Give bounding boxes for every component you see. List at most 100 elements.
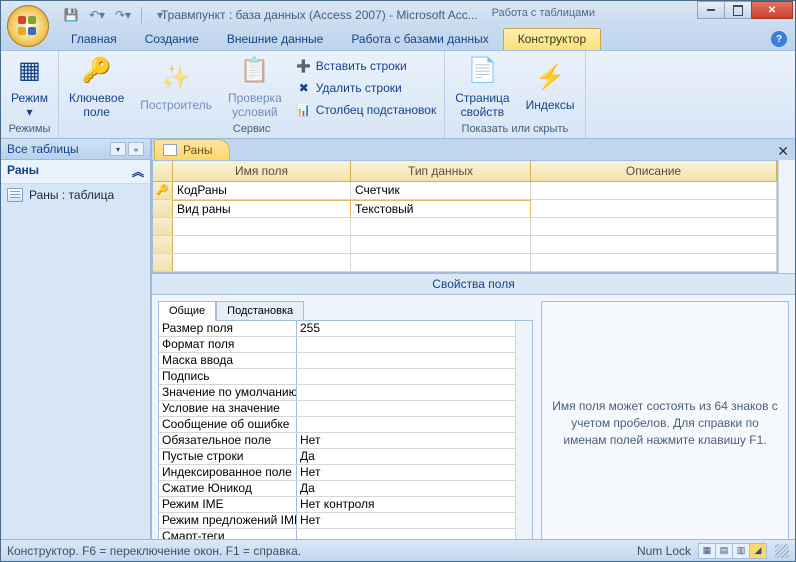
primary-key-button[interactable]: 🔑 Ключевое поле <box>63 54 130 122</box>
lightning-icon: ⚡ <box>534 63 566 95</box>
nav-group-header[interactable]: Раны ︽ <box>1 160 150 184</box>
property-row[interactable]: Пустые строкиДа <box>159 449 532 465</box>
tab-lookup[interactable]: Подстановка <box>216 301 304 320</box>
property-value[interactable] <box>297 337 532 352</box>
property-name: Значение по умолчанию <box>159 385 297 400</box>
property-value[interactable] <box>297 353 532 368</box>
ribbon: ▦ Режим ▾ Режимы 🔑 Ключевое поле ✨ Постр… <box>1 51 795 139</box>
test-rules-button[interactable]: 📋 Проверка условий <box>222 54 288 122</box>
view-button[interactable]: ▦ Режим ▾ <box>5 54 54 122</box>
property-value[interactable]: Нет <box>297 513 532 528</box>
property-row[interactable]: Сообщение об ошибке <box>159 417 532 433</box>
property-value[interactable]: Да <box>297 481 532 496</box>
property-value[interactable]: Нет <box>297 433 532 448</box>
property-row[interactable]: Режим IMEНет контроля <box>159 497 532 513</box>
col-data-type[interactable]: Тип данных <box>351 161 531 181</box>
indexes-button[interactable]: ⚡ Индексы <box>520 61 581 114</box>
chevron-up-icon: ︽ <box>132 163 144 180</box>
property-value[interactable] <box>297 401 532 416</box>
numlock-indicator: Num Lock <box>637 544 691 558</box>
undo-icon[interactable]: ↶▾ <box>87 5 107 25</box>
property-tabs: Общие Подстановка <box>158 301 533 320</box>
close-tab-icon[interactable]: ✕ <box>777 143 789 160</box>
group-label: Показать или скрыть <box>449 122 580 136</box>
property-value[interactable] <box>297 369 532 384</box>
design-view-button[interactable]: ◢ <box>749 543 767 559</box>
ribbon-group-views: ▦ Режим ▾ Режимы <box>1 51 59 138</box>
col-description[interactable]: Описание <box>531 161 777 181</box>
redo-icon[interactable]: ↷▾ <box>113 5 133 25</box>
row-selector[interactable] <box>153 200 173 217</box>
col-field-name[interactable]: Имя поля <box>173 161 351 181</box>
resize-grip[interactable] <box>775 544 789 558</box>
minimize-button[interactable] <box>697 1 725 19</box>
property-row[interactable]: Обязательное полеНет <box>159 433 532 449</box>
maximize-button[interactable] <box>724 1 752 19</box>
tab-home[interactable]: Главная <box>57 29 131 50</box>
table-row[interactable]: 🔑 КодРаны Счетчик <box>153 182 777 200</box>
tab-create[interactable]: Создание <box>131 29 213 50</box>
pivot-chart-view-button[interactable]: ▥ <box>732 543 750 559</box>
table-row[interactable]: Вид раны Текстовый <box>153 200 777 218</box>
table-row[interactable] <box>153 236 777 254</box>
vertical-scrollbar[interactable] <box>778 160 795 273</box>
property-name: Маска ввода <box>159 353 297 368</box>
tab-general[interactable]: Общие <box>158 301 216 321</box>
close-button[interactable]: ✕ <box>751 1 793 19</box>
property-name: Формат поля <box>159 337 297 352</box>
insert-row-icon: ➕ <box>296 58 312 74</box>
lookup-column-button[interactable]: 📊Столбец подстановок <box>292 100 440 120</box>
property-name: Подпись <box>159 369 297 384</box>
property-value[interactable] <box>297 417 532 432</box>
property-row[interactable]: Условие на значение <box>159 401 532 417</box>
property-name: Сообщение об ошибке <box>159 417 297 432</box>
tab-database[interactable]: Работа с базами данных <box>337 29 502 50</box>
property-name: Сжатие Юникод <box>159 481 297 496</box>
property-value[interactable]: 255 <box>297 321 532 336</box>
help-icon[interactable]: ? <box>771 31 787 47</box>
insert-rows-button[interactable]: ➕Вставить строки <box>292 56 440 76</box>
nav-dropdown-icon[interactable]: ▾ <box>110 142 126 156</box>
nav-item-table[interactable]: Раны : таблица <box>1 184 150 206</box>
row-selector[interactable] <box>153 254 173 271</box>
property-row[interactable]: Формат поля <box>159 337 532 353</box>
table-row[interactable] <box>153 218 777 236</box>
tab-design[interactable]: Конструктор <box>503 28 601 50</box>
property-row[interactable]: Подпись <box>159 369 532 385</box>
property-row[interactable]: Сжатие ЮникодДа <box>159 481 532 497</box>
builder-button[interactable]: ✨ Построитель <box>134 61 218 114</box>
property-value[interactable]: Нет контроля <box>297 497 532 512</box>
table-row[interactable] <box>153 254 777 272</box>
property-row[interactable]: Индексированное полеНет <box>159 465 532 481</box>
delete-rows-button[interactable]: ✖Удалить строки <box>292 78 440 98</box>
pivot-table-view-button[interactable]: ▤ <box>715 543 733 559</box>
separator <box>141 7 142 23</box>
navigation-pane: Все таблицы ▾ « Раны ︽ Раны : таблица <box>1 139 151 539</box>
office-button[interactable] <box>7 5 49 47</box>
key-icon[interactable]: 🔑 <box>153 182 173 199</box>
nav-header[interactable]: Все таблицы ▾ « <box>1 139 150 160</box>
row-selector[interactable] <box>153 236 173 253</box>
row-selector-header[interactable] <box>153 161 173 181</box>
property-value[interactable]: Да <box>297 449 532 464</box>
help-panel: Имя поля может состоять из 64 знаков с у… <box>541 301 789 546</box>
row-selector[interactable] <box>153 218 173 235</box>
property-row[interactable]: Размер поля255 <box>159 321 532 337</box>
context-tab-group-label: Работа с таблицами <box>492 7 595 19</box>
property-value[interactable]: Нет <box>297 465 532 480</box>
table-icon <box>7 188 23 202</box>
doc-tab-rany[interactable]: Раны <box>154 139 230 160</box>
property-row[interactable]: Режим предложений IMEНет <box>159 513 532 529</box>
property-sheet-button[interactable]: 📄 Страница свойств <box>449 54 515 122</box>
property-value[interactable] <box>297 385 532 400</box>
property-row[interactable]: Значение по умолчанию <box>159 385 532 401</box>
save-icon[interactable]: 💾 <box>61 5 81 25</box>
nav-collapse-icon[interactable]: « <box>128 142 144 156</box>
ribbon-tabs: Главная Создание Внешние данные Работа с… <box>1 29 795 51</box>
tab-external[interactable]: Внешние данные <box>213 29 338 50</box>
property-row[interactable]: Маска ввода <box>159 353 532 369</box>
datasheet-view-button[interactable]: ▦ <box>698 543 716 559</box>
vertical-scrollbar[interactable] <box>515 321 532 545</box>
main-area: Все таблицы ▾ « Раны ︽ Раны : таблица Ра… <box>1 139 795 539</box>
status-bar: Конструктор. F6 = переключение окон. F1 … <box>1 539 795 561</box>
